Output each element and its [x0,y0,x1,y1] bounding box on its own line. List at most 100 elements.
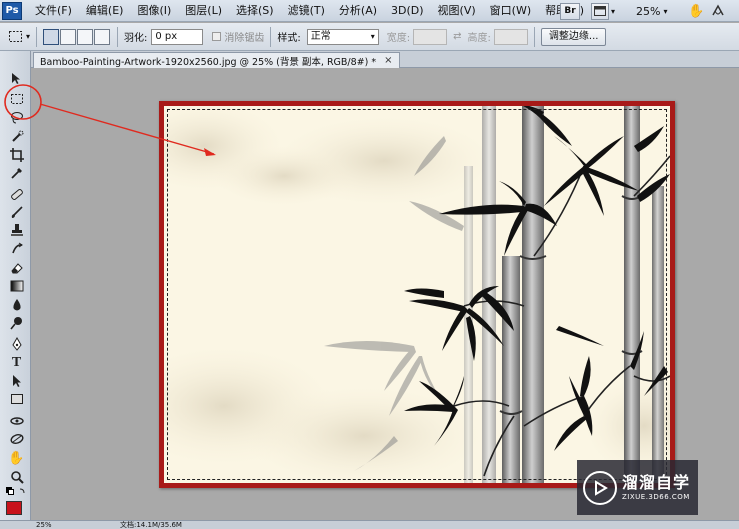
eraser-tool[interactable] [8,260,25,276]
history-brush-tool[interactable] [8,241,25,257]
dodge-tool[interactable] [8,315,25,331]
options-bar: ▾ 羽化: 0 px 消除锯齿 样式: 正常 ▾ 宽度: ⇄ 高度: 调整边缘.… [0,23,739,51]
hand-icon: ✋ [688,3,705,19]
crop-tool[interactable] [8,147,25,163]
watermark-url: ZIXUE.3D66.COM [622,493,690,501]
new-selection-button[interactable] [43,28,60,45]
dodge-icon [9,317,22,330]
feather-input[interactable]: 0 px [151,28,204,45]
rectangular-marquee-tool[interactable] [8,91,25,107]
refine-edge-button[interactable]: 调整边缘... [540,27,607,46]
lasso-tool[interactable] [8,110,25,126]
path-selection-tool[interactable] [8,373,25,389]
document-tab-title: Bamboo-Painting-Artwork-1920x2560.jpg @ … [40,56,377,68]
gradient-tool[interactable] [8,278,25,294]
pen-tool[interactable] [8,336,25,352]
divider [270,26,272,47]
menu-window[interactable]: 窗口(W) [483,0,538,22]
rotate-view-icon [712,4,724,16]
menu-select[interactable]: 选择(S) [229,0,281,22]
menu-view[interactable]: 视图(V) [431,0,483,22]
zoom-level-select[interactable]: 25% ▾ [636,2,667,20]
feather-label: 羽化: [124,33,148,44]
chevron-down-icon: ▾ [611,6,616,16]
eyedropper-icon [10,168,22,179]
status-bar: 25% 文档:14.1M/35.6M [0,520,739,529]
photoshop-logo: Ps [2,1,22,20]
history-brush-icon [11,242,23,254]
selection-mode-group [43,28,111,45]
quick-selection-tool[interactable] [8,128,25,144]
subtract-from-selection-button[interactable] [77,28,94,45]
zoom-tool[interactable] [8,469,25,485]
style-label: 样式: [277,33,301,44]
document-tab-bar: Bamboo-Painting-Artwork-1920x2560.jpg @ … [31,51,739,68]
eyedropper-tool[interactable] [8,165,25,181]
intersect-selection-button[interactable] [94,28,111,45]
divider [533,26,535,47]
hand-tool[interactable]: ✋ [8,450,25,466]
3d-rotate-tool[interactable] [8,413,25,429]
status-zoom[interactable]: 25% [36,521,52,529]
menu-edit[interactable]: 编辑(E) [79,0,131,22]
screen-mode-button[interactable]: ▾ [591,2,615,20]
gradient-icon [10,280,23,292]
checkbox-box [212,32,222,41]
width-input[interactable] [413,28,448,45]
screen-mode-icon [591,2,609,20]
healing-brush-tool[interactable] [8,186,25,202]
toolbox: T ✋ [0,51,31,520]
stamp-icon [10,224,23,236]
foreground-color-swatch[interactable] [6,501,22,515]
eraser-icon [10,263,23,274]
water-drop-icon [12,299,21,311]
tool-preset-picker[interactable]: ▾ [8,30,30,44]
add-to-selection-button[interactable] [60,28,77,45]
watermark: 溜溜自学 ZIXUE.3D66.COM [577,460,698,515]
swap-colors-icon [6,487,25,495]
rect-marquee-icon [10,94,23,104]
menu-bar: Ps 文件(F) 编辑(E) 图像(I) 图层(L) 选择(S) 滤镜(T) 分… [0,0,739,22]
menu-3d[interactable]: 3D(D) [384,0,431,22]
path-selection-icon [12,375,21,387]
hand-tool-button[interactable]: ✋ [688,2,704,20]
watermark-title: 溜溜自学 [622,473,691,492]
quick-selection-icon [11,130,23,142]
canvas-workspace[interactable] [31,68,739,520]
clone-stamp-tool[interactable] [8,222,25,238]
bandage-icon [10,189,23,200]
default-colors-button[interactable] [6,487,26,497]
style-select[interactable]: 正常 ▾ [306,28,379,45]
3d-rotate-icon [9,417,24,425]
menu-filter[interactable]: 滤镜(T) [281,0,332,22]
rotate-view-button[interactable] [710,2,726,20]
height-input[interactable] [493,28,528,45]
antialias-checkbox[interactable]: 消除锯齿 [212,29,264,44]
close-icon[interactable]: × [384,55,392,66]
menu-layer[interactable]: 图层(L) [178,0,229,22]
bamboo-painting-image [164,106,670,483]
menu-analysis[interactable]: 分析(A) [332,0,384,22]
rectangle-icon [10,394,23,404]
type-tool[interactable]: T [8,355,25,371]
bridge-button[interactable]: Br [560,2,580,20]
watermark-text: 溜溜自学 ZIXUE.3D66.COM [622,473,690,502]
blur-tool[interactable] [8,297,25,313]
document-canvas[interactable] [159,101,675,488]
brush-tool[interactable] [8,204,25,220]
menu-image[interactable]: 图像(I) [130,0,178,22]
move-tool[interactable] [8,71,25,87]
style-value: 正常 [310,30,331,42]
3d-orbit-icon [9,434,24,444]
pen-icon [11,337,22,351]
swap-dimensions-icon[interactable]: ⇄ [453,31,461,42]
bridge-label: Br [560,2,580,20]
3d-orbit-tool[interactable] [8,431,25,447]
rectangle-tool[interactable] [8,391,25,407]
chevron-down-icon: ▾ [26,32,31,41]
antialias-label: 消除锯齿 [224,33,265,44]
lasso-icon [10,112,23,124]
menu-file[interactable]: 文件(F) [28,0,79,22]
document-tab[interactable]: Bamboo-Painting-Artwork-1920x2560.jpg @ … [33,52,400,68]
divider [117,26,119,47]
